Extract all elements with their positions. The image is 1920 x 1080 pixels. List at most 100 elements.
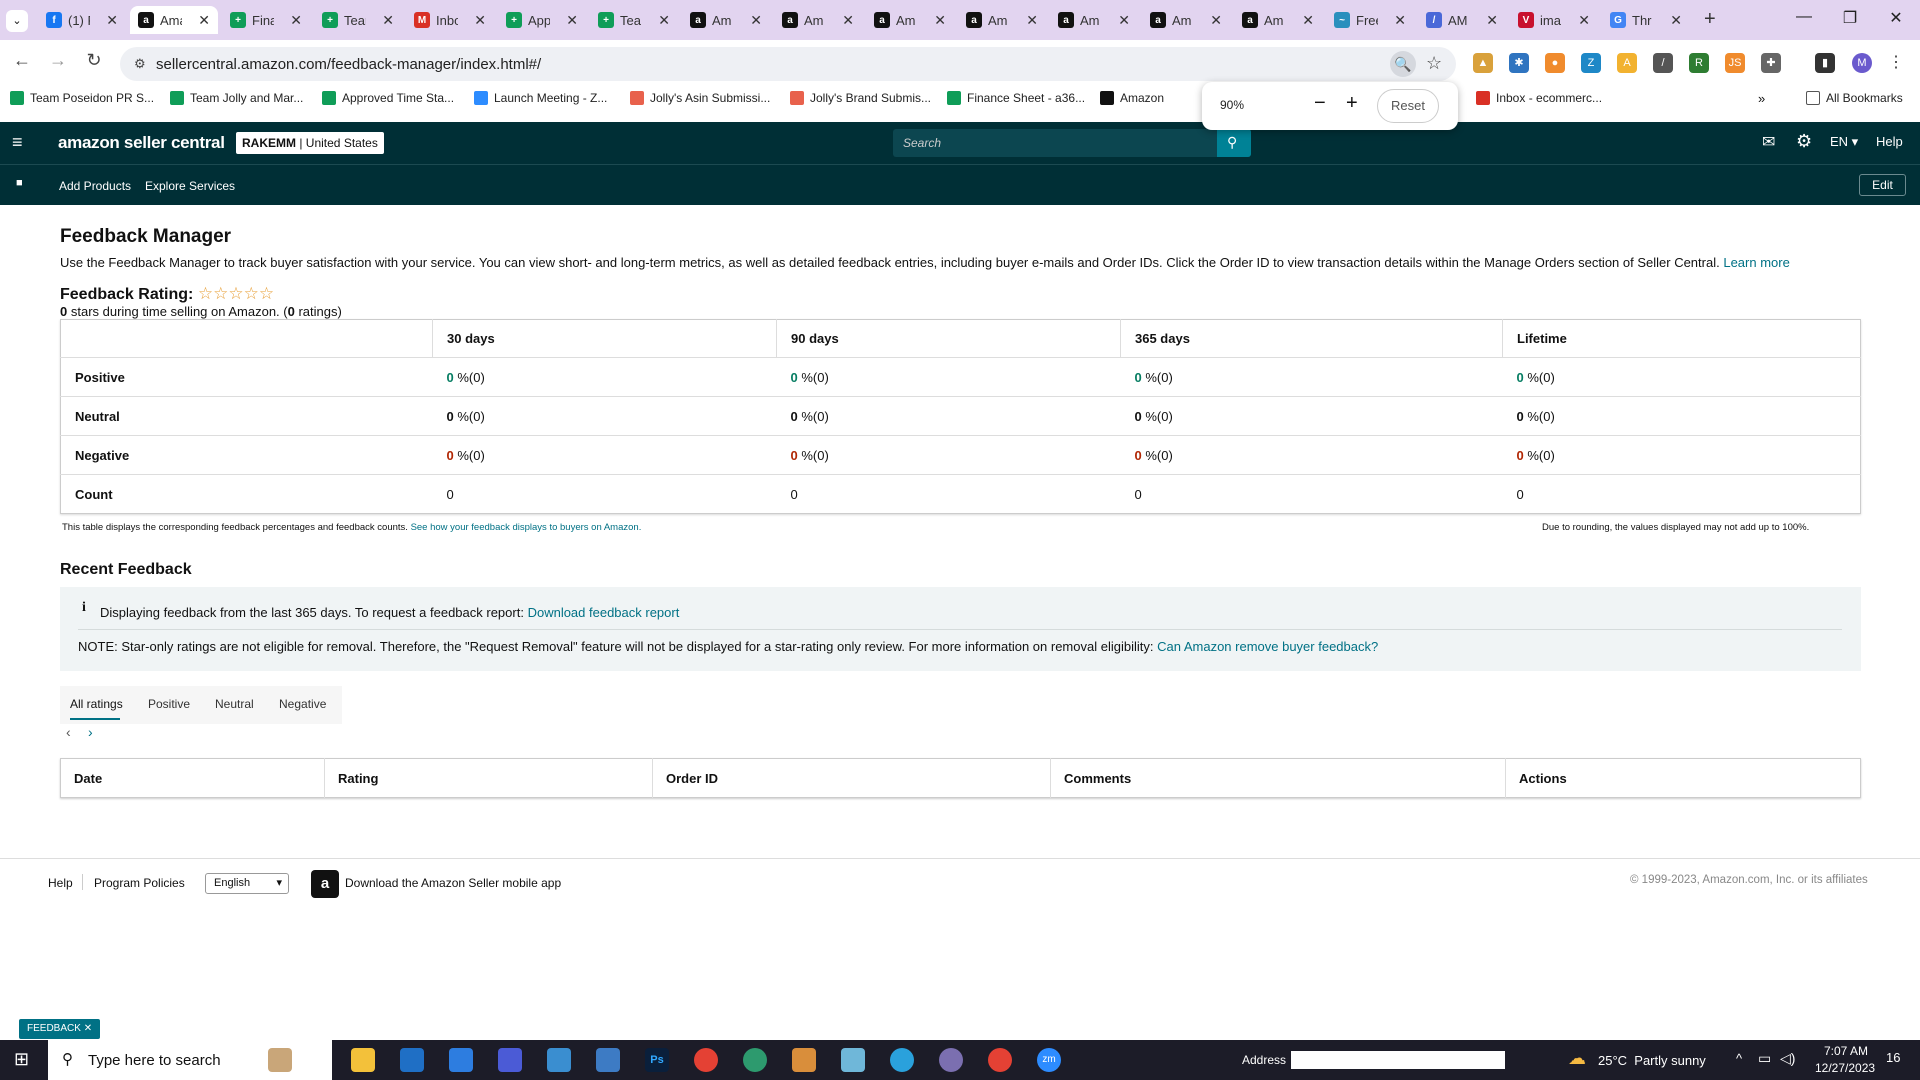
address-bar[interactable]: ⚙ sellercentral.amazon.com/feedback-mana… — [120, 47, 1456, 81]
download-report-link[interactable]: Download feedback report — [528, 605, 680, 620]
browser-tab[interactable]: a Am ✕ — [682, 6, 770, 34]
feedback-display-link[interactable]: See how your feedback displays to buyers… — [411, 522, 642, 533]
photoshop-icon[interactable]: Ps — [645, 1048, 669, 1072]
clock-date[interactable]: 12/27/2023 — [1815, 1061, 1875, 1075]
all-bookmarks[interactable]: All Bookmarks — [1806, 91, 1903, 105]
mail-app-icon[interactable] — [400, 1048, 424, 1072]
tab-neutral[interactable]: Neutral — [215, 697, 254, 711]
close-tab-icon[interactable]: ✕ — [1118, 12, 1130, 29]
browser-tab[interactable]: a Am ✕ — [1234, 6, 1322, 34]
bookmark-item[interactable]: Amazon — [1100, 91, 1164, 105]
new-tab-button[interactable]: + — [1704, 8, 1716, 31]
weather-text[interactable]: 25°C Partly sunny — [1598, 1053, 1706, 1068]
browser-tab[interactable]: + App ✕ — [498, 6, 586, 34]
close-tab-icon[interactable]: ✕ — [382, 12, 394, 29]
volume-icon[interactable]: ◁) — [1780, 1050, 1795, 1067]
close-tab-icon[interactable]: ✕ — [658, 12, 670, 29]
footer-help-link[interactable]: Help — [48, 876, 73, 890]
bookmark-item[interactable]: Jolly's Asin Submissi... — [630, 91, 770, 105]
browser-tab[interactable]: ~ Free ✕ — [1326, 6, 1414, 34]
nav-explore-services[interactable]: Explore Services — [145, 179, 235, 193]
tab-search-button[interactable]: ⌄ — [6, 10, 28, 32]
account-switcher[interactable]: RAKEMM | United States — [236, 132, 384, 154]
chrome-icon[interactable] — [694, 1048, 718, 1072]
removal-eligibility-link[interactable]: Can Amazon remove buyer feedback? — [1157, 639, 1378, 654]
search-input[interactable]: Search — [893, 129, 1251, 157]
browser-tab[interactable]: a Am ✕ — [958, 6, 1046, 34]
browser-tab[interactable]: f (1) F ✕ — [38, 6, 126, 34]
browser-tab[interactable]: a Am ✕ — [1050, 6, 1138, 34]
close-tab-icon[interactable]: ✕ — [474, 12, 486, 29]
taskbar-person-icon[interactable] — [268, 1048, 292, 1072]
windows-start-icon[interactable]: ⊞ — [14, 1049, 29, 1070]
profile-avatar[interactable]: M — [1852, 53, 1872, 73]
store-icon[interactable] — [449, 1048, 473, 1072]
hamburger-menu-icon[interactable]: ≡ — [12, 132, 23, 153]
app-icon[interactable] — [547, 1048, 571, 1072]
close-tab-icon[interactable]: ✕ — [1210, 12, 1222, 29]
feedback-button[interactable]: FEEDBACK ✕ — [19, 1019, 101, 1039]
extension-icon[interactable]: ● — [1545, 53, 1565, 73]
bookmark-item[interactable]: Approved Time Sta... — [322, 91, 454, 105]
close-tab-icon[interactable]: ✕ — [842, 12, 854, 29]
close-tab-icon[interactable]: ✕ — [198, 12, 210, 29]
download-app-link[interactable]: Download the Amazon Seller mobile app — [345, 876, 561, 890]
settings-gear-icon[interactable]: ⚙ — [1796, 131, 1812, 152]
tray-chevron-icon[interactable]: ^ — [1736, 1051, 1742, 1066]
close-tab-icon[interactable]: ✕ — [1486, 12, 1498, 29]
bookmark-item[interactable]: Finance Sheet - a36... — [947, 91, 1085, 105]
close-tab-icon[interactable]: ✕ — [566, 12, 578, 29]
site-info-icon[interactable]: ⚙ — [134, 56, 146, 72]
extension-icon[interactable]: A — [1617, 53, 1637, 73]
close-tab-icon[interactable]: ✕ — [934, 12, 946, 29]
learn-more-link[interactable]: Learn more — [1723, 255, 1789, 270]
bookmark-item[interactable]: Jolly's Brand Submis... — [790, 91, 931, 105]
reload-icon[interactable]: ↻ — [80, 50, 108, 71]
program-policies-link[interactable]: Program Policies — [94, 876, 185, 890]
browser-tab[interactable]: a Ama ✕ — [130, 6, 218, 34]
tab-all-ratings[interactable]: All ratings — [70, 697, 123, 711]
close-window-icon[interactable]: ✕ — [1876, 8, 1916, 28]
prev-page-icon[interactable]: ‹ — [66, 724, 71, 740]
chrome-profile-icon[interactable] — [988, 1048, 1012, 1072]
extension-icon[interactable]: ✱ — [1509, 53, 1529, 73]
browser-tab[interactable]: Vima ✕ — [1510, 6, 1598, 34]
zoom-in-button[interactable]: + — [1346, 92, 1358, 115]
bookmark-item[interactable]: Launch Meeting - Z... — [474, 91, 607, 105]
bookmark-item[interactable]: Team Jolly and Mar... — [170, 91, 303, 105]
forward-icon[interactable]: → — [44, 50, 72, 71]
app-icon[interactable] — [841, 1048, 865, 1072]
close-tab-icon[interactable]: ✕ — [290, 12, 302, 29]
nav-add-products[interactable]: Add Products — [59, 179, 131, 193]
browser-tab[interactable]: G Thr ✕ — [1602, 6, 1690, 34]
next-page-icon[interactable]: › — [88, 724, 93, 740]
browser-tab[interactable]: M Inbo ✕ — [406, 6, 494, 34]
notification-icon[interactable]: 16 — [1886, 1050, 1900, 1065]
close-tab-icon[interactable]: ✕ — [750, 12, 762, 29]
extension-icon[interactable]: R — [1689, 53, 1709, 73]
browser-tab[interactable]: + Tear ✕ — [314, 6, 402, 34]
menu-dots-icon[interactable]: ⋮ — [1886, 53, 1906, 73]
edit-nav-button[interactable]: Edit — [1859, 174, 1906, 196]
tab-negative[interactable]: Negative — [279, 697, 326, 711]
extension-icon[interactable]: Z — [1581, 53, 1601, 73]
browser-tab[interactable]: a Am ✕ — [774, 6, 862, 34]
close-tab-icon[interactable]: ✕ — [1670, 12, 1682, 29]
extension-icon[interactable]: JS — [1725, 53, 1745, 73]
clock-time[interactable]: 7:07 AM — [1824, 1044, 1868, 1058]
restore-icon[interactable]: ❐ — [1830, 8, 1870, 28]
language-select[interactable]: English ▾ — [205, 873, 289, 894]
close-tab-icon[interactable]: ✕ — [1394, 12, 1406, 29]
help-link[interactable]: Help — [1876, 134, 1903, 149]
browser-tab[interactable]: a Am ✕ — [866, 6, 954, 34]
extension-icon[interactable]: / — [1653, 53, 1673, 73]
tab-positive[interactable]: Positive — [148, 697, 190, 711]
browser-tab[interactable]: a Am ✕ — [1142, 6, 1230, 34]
app-icon[interactable] — [498, 1048, 522, 1072]
seller-central-logo[interactable]: amazon seller central — [58, 133, 225, 153]
back-icon[interactable]: ← — [8, 50, 36, 71]
close-tab-icon[interactable]: ✕ — [1302, 12, 1314, 29]
zoom-app-icon[interactable]: zm — [1037, 1048, 1061, 1072]
bookmark-item[interactable]: Team Poseidon PR S... — [10, 91, 154, 105]
chrome-profile-icon[interactable] — [939, 1048, 963, 1072]
